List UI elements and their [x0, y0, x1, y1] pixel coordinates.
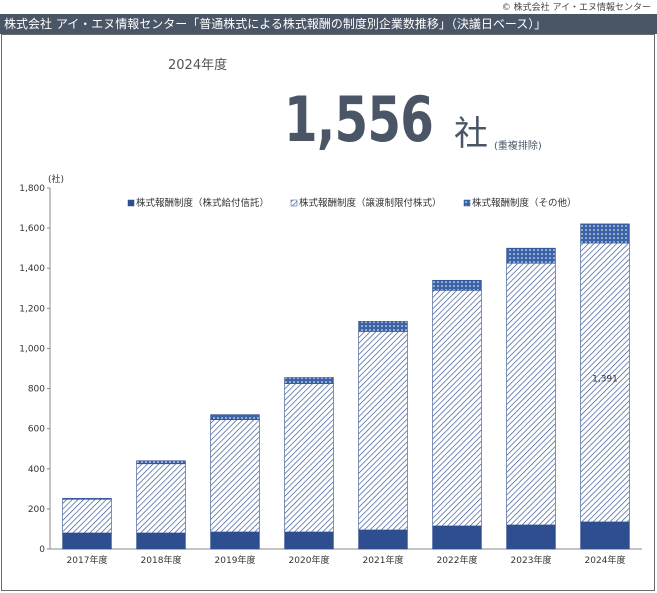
legend-label: 株式報酬制度（株式給付信託） — [136, 197, 269, 209]
bar-segment-solid — [580, 521, 630, 550]
bar-segment-dots — [580, 223, 630, 244]
bar-segment-solid — [284, 531, 334, 550]
bar-segment-dots — [432, 279, 482, 291]
chart-labels: 1,391 — [592, 374, 618, 384]
x-category-label: 2023年度 — [511, 554, 552, 566]
bar-segment-dots — [136, 460, 186, 465]
x-category-label: 2019年度 — [215, 554, 256, 566]
x-category-label: 2022年度 — [437, 554, 478, 566]
x-category-label: 2021年度 — [363, 554, 404, 566]
y-tick-label: 200 — [28, 505, 45, 515]
bar-segment-solid — [432, 525, 482, 550]
y-tick-label: 800 — [28, 385, 45, 395]
legend-label: 株式報酬制度（その他） — [472, 197, 577, 209]
legend-label: 株式報酬制度（譲渡制限付株式） — [299, 197, 442, 209]
bar-segment-hatch — [284, 383, 334, 533]
x-category-label: 2017年度 — [67, 554, 108, 566]
bar-segment-dots — [62, 497, 112, 500]
bar-segment-dots — [210, 414, 260, 420]
stacked-bar-chart: (社) 0 200 400 600 800 1,000 1,200 1,400 1,600 1,80… — [19, 173, 642, 566]
x-category-label: 2020年度 — [289, 554, 330, 566]
bar-segment-hatch — [506, 262, 556, 526]
y-tick-label: 1,600 — [19, 224, 45, 234]
bar-segment-hatch — [136, 463, 186, 534]
bar-segment-solid — [136, 532, 186, 550]
bar-segment-dots — [506, 247, 556, 264]
x-category-label: 2024年度 — [585, 554, 626, 566]
y-axis-unit-label: (社) — [48, 173, 64, 185]
y-tick-label: 1,200 — [19, 304, 45, 314]
chart-bars: 2017年度 2018年度 2019年度 2020年度 2021年度 2022年度 2023… — [62, 223, 630, 566]
bar-segment-hatch — [62, 498, 112, 534]
bar-segment-dots — [358, 321, 408, 332]
legend-swatch-hatch — [290, 199, 298, 207]
chart-legend: 株式報酬制度（株式給付信託） 株式報酬制度（譲渡制限付株式） 株式報酬制度（その他） — [127, 197, 577, 209]
bar-segment-hatch — [358, 331, 408, 531]
y-tick-label: 1,000 — [19, 344, 45, 354]
y-tick-label: 600 — [28, 425, 45, 435]
bar-segment-dots — [284, 377, 334, 384]
x-category-label: 2018年度 — [141, 554, 182, 566]
bar-segment-solid — [210, 531, 260, 550]
bar-segment-solid — [506, 524, 556, 550]
y-tick-label: 1,800 — [19, 184, 45, 194]
legend-swatch-dots — [463, 199, 471, 207]
bar-segment-solid — [62, 532, 112, 550]
legend-swatch-solid — [127, 199, 135, 207]
y-tick-label: 1,400 — [19, 264, 45, 274]
bar-data-label: 1,391 — [592, 374, 618, 384]
y-tick-label: 400 — [28, 465, 45, 475]
bar-segment-hatch — [432, 289, 482, 527]
y-tick-label: 0 — [39, 545, 45, 555]
bar-segment-solid — [358, 529, 408, 550]
bar-segment-hatch — [210, 419, 260, 533]
